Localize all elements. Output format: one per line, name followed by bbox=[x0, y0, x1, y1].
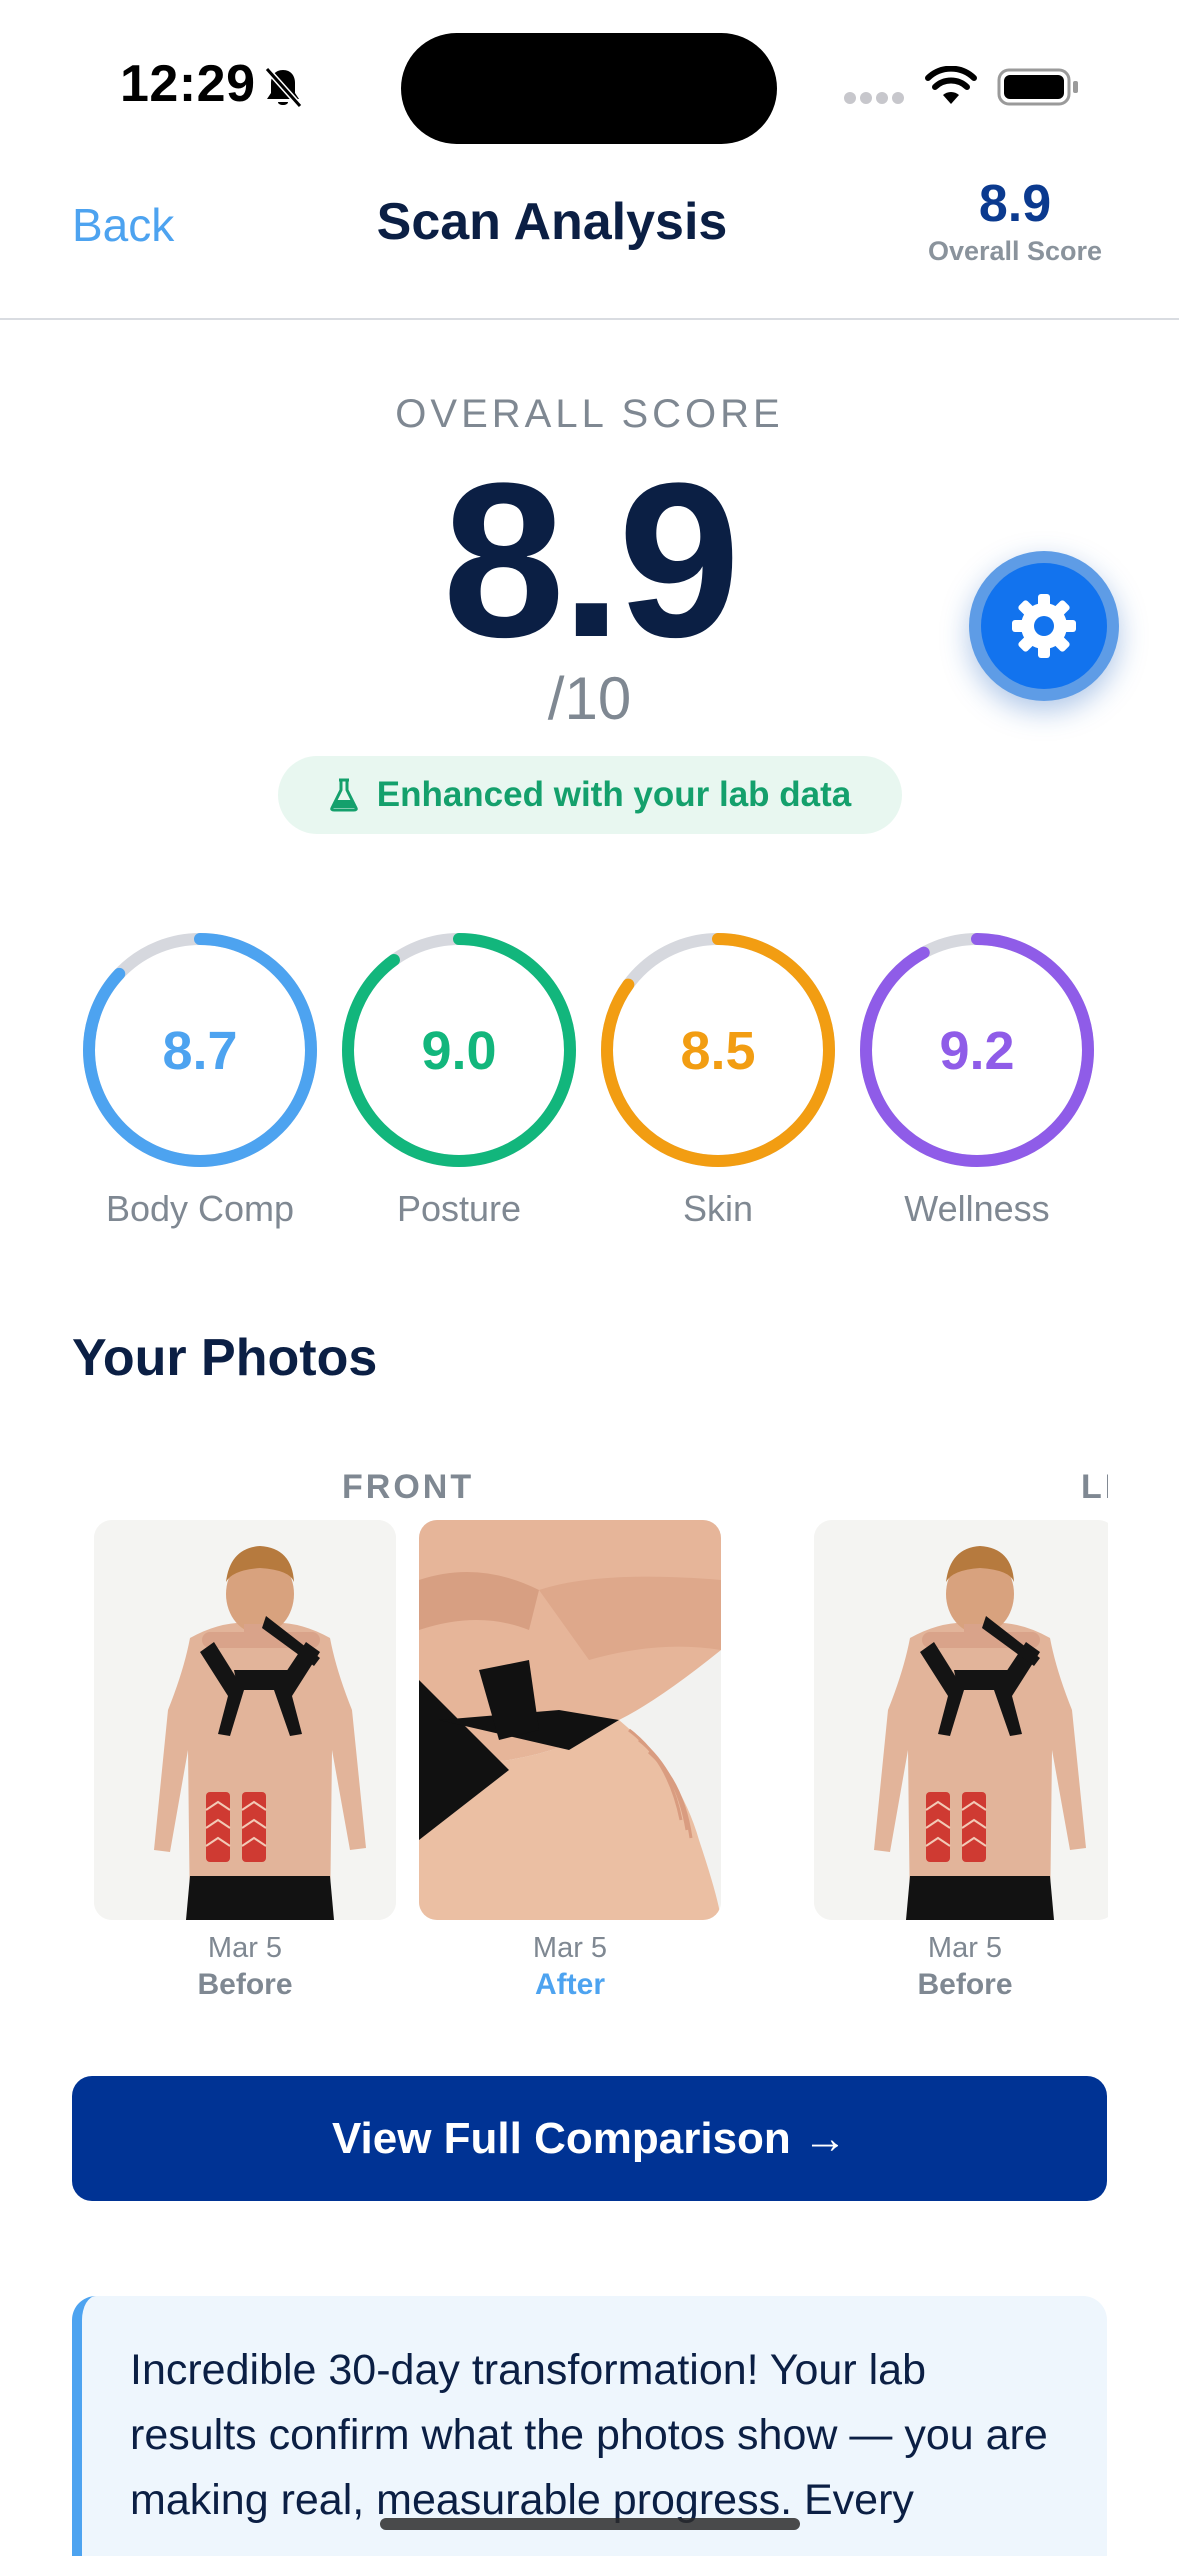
photo-thumbnail[interactable] bbox=[814, 1520, 1108, 1920]
status-time: 12:29 bbox=[120, 55, 256, 113]
insight-text: Incredible 30-day transformation! Your l… bbox=[130, 2346, 1048, 2524]
metric-ring-body-comp[interactable]: 8.7 bbox=[80, 930, 320, 1170]
photo-thumbnail[interactable] bbox=[94, 1520, 396, 1920]
insight-card: Incredible 30-day transformation! Your l… bbox=[72, 2296, 1107, 2556]
metric-value: 9.0 bbox=[421, 1021, 497, 1081]
photos-section-title: Your Photos bbox=[72, 1329, 378, 1387]
photo-date: Mar 5 bbox=[532, 1932, 608, 1964]
photo-tag-before: Before bbox=[917, 1968, 1013, 2001]
cellular-signal-icon bbox=[844, 92, 906, 104]
photo-group-label: LEFT bbox=[1081, 1468, 1108, 1506]
overall-score-caption: OVERALL SCORE bbox=[395, 392, 784, 436]
metric-ring-posture[interactable]: 9.0 bbox=[339, 930, 579, 1170]
metric-value: 9.2 bbox=[939, 1021, 1015, 1081]
back-photo-image bbox=[814, 1520, 1108, 1920]
metric-label: Posture bbox=[396, 1188, 522, 1229]
shoulder-photo-image bbox=[419, 1520, 721, 1920]
nav-score-value: 8.9 bbox=[978, 175, 1052, 233]
photo-date: Mar 5 bbox=[207, 1932, 283, 1964]
metric-value: 8.5 bbox=[680, 1021, 756, 1081]
metric-label: Wellness bbox=[904, 1188, 1050, 1229]
status-bar: 12:29 bbox=[0, 0, 1179, 160]
bell-muted-icon bbox=[264, 67, 303, 108]
photo-tag-before: Before bbox=[197, 1968, 293, 2001]
nav-overall-score: 8.9 Overall Score bbox=[920, 172, 1110, 266]
view-full-comparison-button[interactable]: View Full Comparison → bbox=[72, 2076, 1107, 2201]
settings-button[interactable] bbox=[969, 551, 1119, 701]
photo-thumbnail[interactable] bbox=[419, 1520, 721, 1920]
photo-tag-after: After bbox=[534, 1968, 605, 2001]
metric-label: Body Comp bbox=[105, 1188, 295, 1229]
settings-button-inner bbox=[981, 563, 1107, 689]
navigation-bar: Back Scan Analysis 8.9 Overall Score bbox=[0, 160, 1179, 320]
metric-ring-wellness[interactable]: 9.2 bbox=[857, 930, 1097, 1170]
flask-icon bbox=[330, 778, 358, 812]
wifi-icon bbox=[925, 66, 977, 104]
home-indicator[interactable] bbox=[380, 2518, 800, 2530]
photo-group-label: FRONT bbox=[342, 1468, 475, 1506]
nav-score-label: Overall Score bbox=[927, 236, 1103, 266]
back-photo-image bbox=[94, 1520, 396, 1920]
photo-date: Mar 5 bbox=[927, 1932, 1003, 1964]
dynamic-island bbox=[401, 33, 777, 144]
metric-label: Skin bbox=[682, 1188, 754, 1229]
metric-value: 8.7 bbox=[162, 1021, 238, 1081]
lab-data-badge-label: Enhanced with your lab data bbox=[376, 775, 852, 814]
gear-icon bbox=[1012, 594, 1076, 658]
lab-data-badge: Enhanced with your lab data bbox=[278, 756, 902, 834]
photo-carousel[interactable]: FRONT Mar 5 Before Mar 5 After L Mar 5 B… bbox=[0, 1460, 1108, 2020]
metric-ring-skin[interactable]: 8.5 bbox=[598, 930, 838, 1170]
battery-icon bbox=[997, 68, 1078, 106]
